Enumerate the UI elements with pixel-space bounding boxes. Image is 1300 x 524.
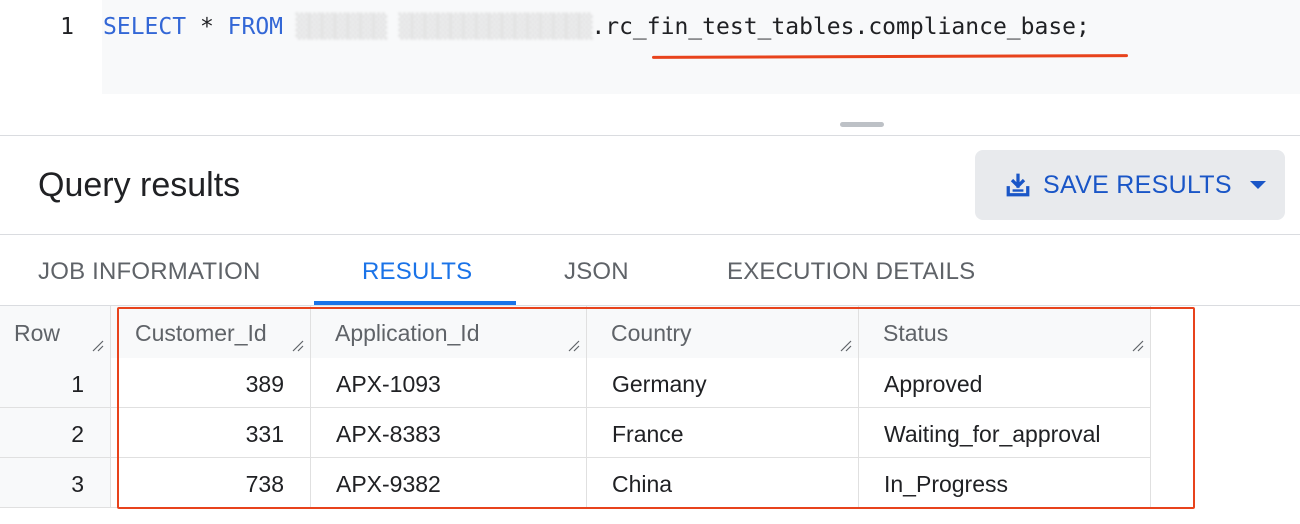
- download-icon: [1006, 173, 1030, 197]
- column-header-row[interactable]: Row: [0, 306, 111, 358]
- tab-execution-details[interactable]: EXECUTION DETAILS: [727, 258, 975, 286]
- caret-down-icon: [1249, 181, 1266, 189]
- editor-divider: [0, 135, 1300, 136]
- sql-query-line[interactable]: SELECT * FROM ▒▒▒▒▒▒▒ ▒▒▒▒▒▒▒▒▒▒▒▒▒▒▒.rc…: [103, 14, 1090, 40]
- tabs-top-divider: [0, 234, 1300, 235]
- tab-job-information[interactable]: JOB INFORMATION: [38, 258, 261, 286]
- sql-editor[interactable]: 1 SELECT * FROM ▒▒▒▒▒▒▒ ▒▒▒▒▒▒▒▒▒▒▒▒▒▒▒.…: [0, 0, 1300, 136]
- sql-keyword-select: SELECT: [103, 14, 187, 40]
- row-number: 2: [0, 408, 111, 458]
- row-number: 1: [0, 358, 111, 408]
- column-resize-icon[interactable]: [92, 340, 104, 352]
- tab-results[interactable]: RESULTS: [362, 258, 472, 286]
- column-header-label: Row: [14, 320, 61, 346]
- sql-table-path: .rc_fin_test_tables.compliance_base;: [591, 14, 1090, 40]
- line-number: 1: [60, 14, 74, 40]
- save-results-button[interactable]: SAVE RESULTS: [975, 150, 1285, 220]
- row-number: 3: [0, 458, 111, 508]
- annotation-highlight-box: [117, 307, 1195, 509]
- page-title: Query results: [38, 166, 241, 204]
- redacted-project-name: ▒▒▒▒▒▒▒ ▒▒▒▒▒▒▒▒▒▒▒▒▒▒▒: [283, 14, 593, 40]
- save-results-label: SAVE RESULTS: [1043, 170, 1232, 199]
- sql-keyword-from: FROM: [227, 14, 284, 40]
- tab-json[interactable]: JSON: [564, 258, 629, 286]
- resize-drag-handle[interactable]: [840, 122, 884, 127]
- sql-star: *: [186, 14, 228, 40]
